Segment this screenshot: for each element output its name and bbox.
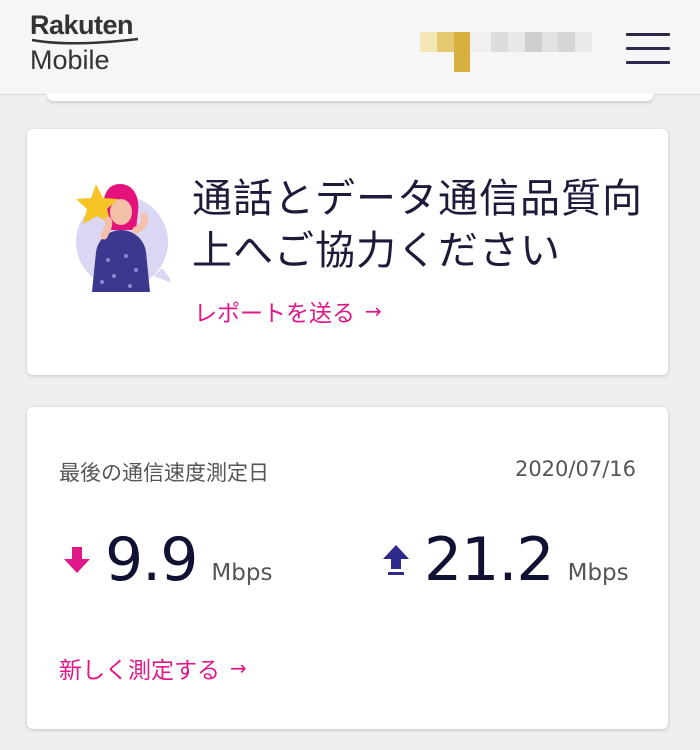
download-speed-value: 9.9: [105, 525, 198, 595]
previous-card-edge: [47, 93, 653, 101]
hamburger-menu-icon[interactable]: [626, 33, 670, 71]
last-measured-label: 最後の通信速度測定日: [59, 461, 269, 485]
logo-mobile-text: Mobile: [30, 45, 110, 75]
upload-speed-value: 21.2: [424, 525, 555, 595]
retest-speed-link[interactable]: 新しく測定する →: [59, 651, 247, 685]
survey-title: 通話とデータ通信品質向上へご協力ください: [192, 176, 643, 274]
account-name-blurred: [420, 32, 593, 72]
upload-speed-unit: Mbps: [567, 560, 629, 586]
arrow-right-icon: →: [365, 299, 382, 323]
logo-swoosh-icon: [31, 37, 139, 45]
download-arrow-icon: [64, 547, 90, 573]
send-report-link[interactable]: レポートを送る →: [194, 294, 382, 328]
app-header: Rakuten Mobile: [0, 0, 700, 95]
survey-card: 通話とデータ通信品質向上へご協力ください レポートを送る →: [27, 129, 668, 375]
upload-arrow-icon: [383, 545, 409, 575]
retest-speed-label: 新しく測定する: [59, 658, 220, 684]
woman-holding-star-illustration: [76, 184, 170, 292]
speed-test-card: 最後の通信速度測定日 2020/07/16 9.9 Mbps 21.2 Mbps…: [27, 407, 668, 729]
rakuten-mobile-logo[interactable]: Rakuten Mobile: [30, 10, 150, 80]
download-speed: 9.9 Mbps: [63, 525, 272, 595]
send-report-label: レポートを送る: [194, 301, 355, 327]
last-measured-date: 2020/07/16: [514, 457, 636, 481]
download-speed-unit: Mbps: [211, 560, 273, 586]
arrow-right-icon: →: [230, 656, 247, 680]
upload-speed: 21.2 Mbps: [382, 525, 629, 595]
